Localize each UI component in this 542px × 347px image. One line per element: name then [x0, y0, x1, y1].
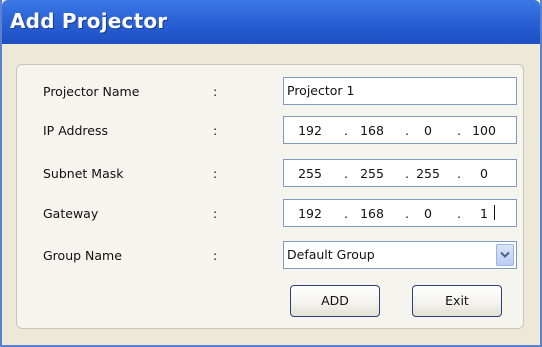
subnet-mask-octet-2[interactable]: 255 — [356, 166, 388, 181]
ip-address-dot-2: . — [405, 123, 409, 138]
subnet-mask-field[interactable]: 255 . 255 . 255 . 0 — [283, 159, 517, 187]
group-name-dropdown-button[interactable] — [496, 244, 514, 266]
group-name-label: Group Name — [43, 248, 122, 263]
ip-address-label: IP Address — [43, 123, 108, 138]
ip-address-octet-1[interactable]: 192 — [294, 123, 326, 138]
add-button[interactable]: ADD — [290, 285, 380, 317]
ip-address-dot-1: . — [344, 123, 348, 138]
chevron-down-icon — [500, 251, 510, 258]
subnet-mask-octet-3[interactable]: 255 — [412, 166, 444, 181]
gateway-octet-3[interactable]: 0 — [412, 206, 444, 221]
form-panel: Projector Name : IP Address : 192 . 168 … — [16, 64, 524, 329]
add-projector-dialog: Add Projector Projector Name : IP Addres… — [0, 0, 542, 347]
subnet-mask-separator: : — [213, 166, 218, 181]
gateway-octet-2[interactable]: 168 — [356, 206, 388, 221]
gateway-octet-1[interactable]: 192 — [294, 206, 326, 221]
projector-name-label: Projector Name — [43, 84, 140, 99]
ip-address-separator: : — [213, 123, 218, 138]
ip-address-octet-4[interactable]: 100 — [468, 123, 500, 138]
ip-address-dot-3: . — [457, 123, 461, 138]
gateway-dot-3: . — [457, 206, 461, 221]
projector-name-field[interactable] — [283, 77, 517, 105]
subnet-mask-dot-2: . — [405, 166, 409, 181]
window-title: Add Projector — [10, 9, 168, 33]
ip-address-octet-2[interactable]: 168 — [356, 123, 388, 138]
subnet-mask-dot-1: . — [344, 166, 348, 181]
ip-address-octet-3[interactable]: 0 — [412, 123, 444, 138]
gateway-dot-1: . — [344, 206, 348, 221]
group-name-separator: : — [213, 248, 218, 263]
title-bar[interactable]: Add Projector — [2, 0, 540, 44]
dialog-body: Projector Name : IP Address : 192 . 168 … — [2, 44, 540, 345]
group-name-selected-value: Default Group — [287, 247, 375, 262]
subnet-mask-octet-4[interactable]: 0 — [468, 166, 500, 181]
projector-name-separator: : — [213, 84, 218, 99]
subnet-mask-octet-1[interactable]: 255 — [294, 166, 326, 181]
group-name-select[interactable]: Default Group — [283, 241, 517, 269]
gateway-octet-4[interactable]: 1 — [468, 206, 500, 221]
subnet-mask-label: Subnet Mask — [43, 166, 124, 181]
exit-button[interactable]: Exit — [412, 285, 502, 317]
gateway-label: Gateway — [43, 206, 99, 221]
gateway-dot-2: . — [405, 206, 409, 221]
gateway-separator: : — [213, 206, 218, 221]
subnet-mask-dot-3: . — [457, 166, 461, 181]
gateway-field[interactable]: 192 . 168 . 0 . 1 — [283, 199, 517, 227]
projector-name-input[interactable] — [287, 83, 507, 98]
text-caret — [494, 205, 495, 220]
ip-address-field[interactable]: 192 . 168 . 0 . 100 — [283, 116, 517, 144]
